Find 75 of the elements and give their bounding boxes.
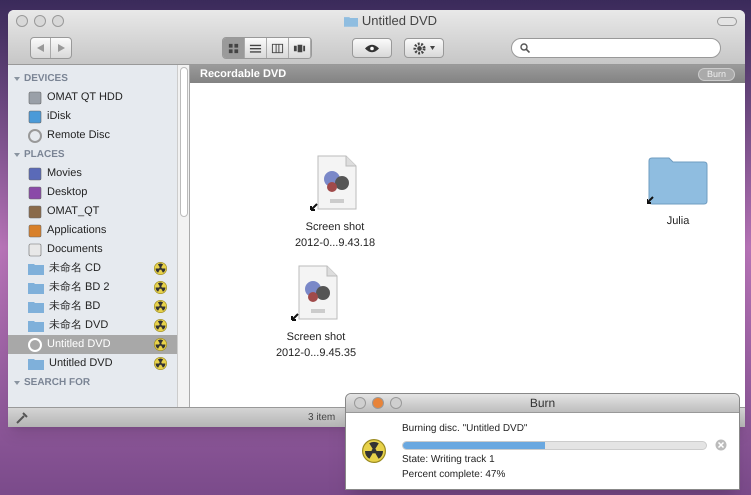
disclosure-triangle-icon[interactable] [14, 380, 20, 386]
burn-state: State: Writing track 1 [402, 454, 496, 466]
search-icon [520, 43, 530, 53]
burn-message: Burning disc. "Untitled DVD" [402, 422, 528, 436]
sidebar-item[interactable]: Movies [8, 164, 177, 183]
sidebar-item-label: Untitled DVD [47, 337, 112, 352]
sidebar-item[interactable]: Desktop [8, 183, 177, 202]
view-mode-button[interactable] [267, 38, 289, 58]
sidebar-item-label: 未命名 BD 2 [49, 280, 111, 296]
sidebar-item-label: 未命名 BD [49, 299, 102, 314]
toolbar-toggle-button[interactable] [717, 16, 737, 26]
disc-icon [28, 128, 42, 142]
file-name[interactable]: Julia [666, 213, 690, 229]
file-name[interactable]: Screen shot 2012-0...9.45.35 [276, 329, 356, 361]
folder-icon [647, 155, 709, 205]
sidebar-item-label: Desktop [47, 185, 88, 200]
columns-view-icon [271, 42, 284, 54]
quick-look-button[interactable] [352, 38, 392, 58]
sidebar-item-label: 未命名 CD [49, 261, 102, 276]
gear-icon [413, 42, 426, 54]
minimize-button[interactable] [372, 397, 384, 409]
close-button[interactable] [354, 397, 366, 409]
sidebar-heading: PLACES [24, 148, 65, 162]
disclosure-triangle-icon[interactable] [14, 152, 20, 158]
sidebar-item-label: Applications [47, 223, 108, 238]
sidebar-item[interactable]: 未命名 CD [8, 259, 177, 278]
folder-icon [28, 300, 44, 313]
sidebar-item[interactable]: Documents [8, 240, 177, 259]
icon-view-icon [227, 42, 240, 54]
cancel-icon[interactable] [715, 439, 727, 451]
sidebar-heading: SEARCH FOR [24, 376, 90, 390]
folder-icon [28, 357, 44, 370]
burn-disc-icon [362, 439, 386, 463]
sidebar-item[interactable]: 未命名 BD [8, 297, 177, 316]
sidebar-item-label: OMAT QT HDD [47, 90, 124, 106]
status-text: 3 item [308, 411, 336, 425]
sidebar-item[interactable]: OMAT_QT [8, 202, 177, 221]
sidebar-item[interactable]: iDisk [8, 107, 177, 126]
sidebar-item-label: Movies [47, 166, 83, 182]
folder-icon [28, 319, 44, 332]
search-field[interactable] [511, 38, 721, 58]
sidebar-item-label: iDisk [47, 109, 72, 124]
zoom-button[interactable] [390, 397, 402, 409]
action-menu-button[interactable] [404, 38, 444, 58]
file-name[interactable]: Screen shot 2012-0...9.43.18 [294, 219, 376, 251]
window-title: Untitled DVD [362, 12, 438, 30]
forward-arrow-icon [58, 44, 64, 52]
dialog-title: Burn [530, 395, 556, 412]
sidebar-item[interactable]: OMAT QT HDD [8, 88, 177, 107]
sidebar-item-label: Documents [47, 242, 104, 258]
back-arrow-icon [37, 44, 44, 52]
close-button[interactable] [16, 15, 28, 27]
sidebar-item[interactable]: 未命名 DVD [8, 316, 177, 335]
sidebar-item[interactable]: 未命名 BD 2 [8, 278, 177, 297]
folder-icon [28, 262, 44, 275]
sidebar-item[interactable]: Applications [8, 221, 177, 240]
view-mode-button[interactable] [245, 38, 267, 58]
disc-folder-icon [344, 15, 358, 27]
zoom-button[interactable] [52, 15, 64, 27]
view-mode-button[interactable] [289, 38, 311, 58]
eye-icon [365, 44, 379, 52]
sidebar-item[interactable]: Remote Disc [8, 126, 177, 145]
sidebar-heading: DEVICES [24, 72, 68, 86]
path-title: Recordable DVD [200, 66, 286, 82]
sidebar-item-label: Untitled DVD [49, 356, 114, 372]
caret-icon [430, 46, 435, 50]
view-mode-button[interactable] [223, 38, 245, 58]
folder-icon [28, 281, 44, 294]
disclosure-triangle-icon[interactable] [14, 76, 20, 82]
minimize-button[interactable] [34, 15, 46, 27]
sidebar-item-label: 未命名 DVD [49, 318, 110, 334]
sidebar-item-label: Remote Disc [47, 128, 111, 144]
burn-percent: Percent complete: 47% [402, 469, 506, 481]
sidebar-item[interactable]: Untitled DVD [8, 354, 177, 373]
sidebar-item-label: OMAT_QT [47, 204, 100, 220]
